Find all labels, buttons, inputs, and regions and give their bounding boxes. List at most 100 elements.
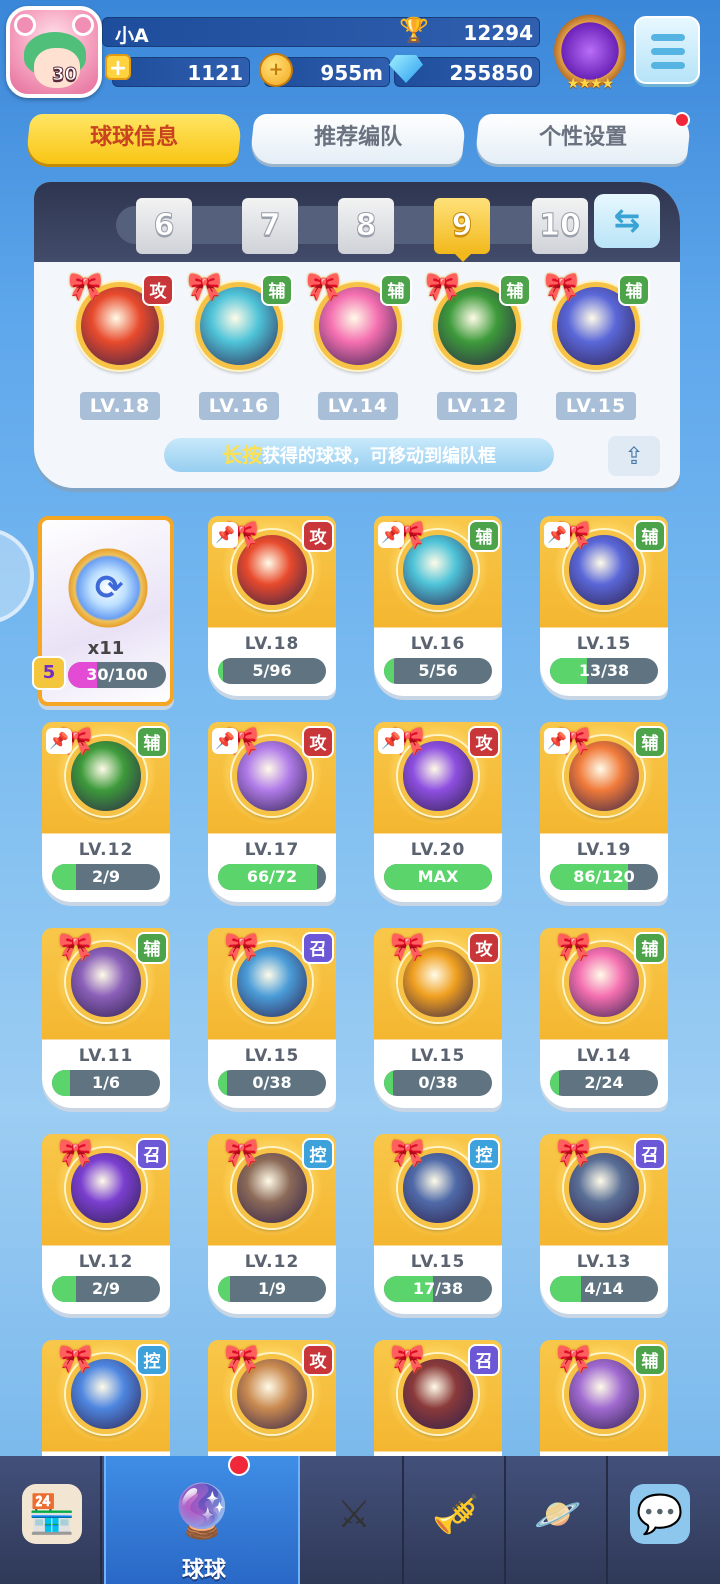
team-slot-8[interactable]: 8 (338, 198, 394, 254)
bow-icon: 🎀 (425, 270, 460, 303)
team-slot-10[interactable]: 10 (532, 198, 588, 254)
bow-icon: 🎀 (390, 1136, 425, 1169)
team-ball-level: LV.16 (199, 392, 279, 420)
nav-chat[interactable]: 💬 (608, 1456, 710, 1584)
ball-card[interactable]: 🎀 召 LV.15 0/38 (208, 928, 336, 1108)
bow-icon: 🎀 (187, 270, 222, 303)
tab-ball-info[interactable]: 球球信息 (25, 114, 243, 164)
ball-card[interactable]: 🎀 📌 攻 LV.18 5/96 (208, 516, 336, 696)
ball-art: 🎀 (58, 930, 146, 1022)
bow-icon: 🎀 (224, 1342, 259, 1375)
ball-art: 🎀 (556, 1136, 644, 1228)
pin-icon[interactable]: 📌 (378, 522, 404, 548)
rank-badge-icon[interactable]: ★★★★ (554, 14, 626, 92)
team-ball[interactable]: 🎀 辅 (425, 270, 531, 372)
ball-art: 🎀 (58, 1136, 146, 1228)
ball-card[interactable]: 🎀 控 LV.15 17/38 (374, 1134, 502, 1314)
ball-progress-text: 0/38 (418, 1073, 458, 1092)
ball-progress-text: 17/38 (412, 1279, 464, 1298)
team-slot-header: 6 7 8 9 10 ⇆ (34, 182, 680, 262)
ball-level: LV.12 (78, 840, 134, 860)
pin-icon[interactable]: 📌 (544, 522, 570, 548)
ball-card[interactable]: 🎀 📌 辅 LV.19 86/120 (540, 722, 668, 902)
whistle-icon: 🎺 (432, 1492, 480, 1536)
coin-plus-icon[interactable]: + (259, 53, 293, 87)
team-ball[interactable]: 🎀 辅 (187, 270, 293, 372)
ball-type-tag: 辅 (136, 726, 168, 758)
ball-card[interactable]: 🎀 召 LV.13 4/14 (540, 1134, 668, 1314)
pin-icon[interactable]: 📌 (378, 728, 404, 754)
ball-progress: 66/72 (218, 864, 326, 890)
notification-dot (674, 112, 690, 128)
ball-art: 🎀 (58, 724, 146, 816)
ball-progress-text: 0/38 (252, 1073, 292, 1092)
team-slot-9[interactable]: 9 (434, 198, 490, 254)
team-ball[interactable]: 🎀 攻 (68, 270, 174, 372)
diamond-bar[interactable]: 255850 (389, 55, 540, 87)
ball-type-tag: 攻 (302, 1344, 334, 1376)
ball-card[interactable]: 🎀 📌 辅 LV.16 5/56 (374, 516, 502, 696)
pin-icon[interactable]: 📌 (544, 728, 570, 754)
swords-icon: ⚔ (336, 1492, 372, 1536)
diamond-icon[interactable] (389, 55, 423, 83)
team-slot-7[interactable]: 7 (242, 198, 298, 254)
ball-card[interactable]: 🎀 控 LV.12 1/9 (208, 1134, 336, 1314)
ball-progress-text: 1/9 (257, 1279, 287, 1298)
ball-card[interactable]: 🎀 📌 攻 LV.17 66/72 (208, 722, 336, 902)
player-level: 30 (51, 64, 78, 86)
ball-type-tag: 攻 (302, 520, 334, 552)
pin-icon[interactable]: 📌 (212, 522, 238, 548)
side-drawer-handle[interactable] (0, 528, 34, 624)
ball-progress: 17/38 (384, 1276, 492, 1302)
ball-level: LV.20 (410, 840, 466, 860)
name-bar: 小A 🏆 12294 (102, 16, 540, 47)
team-ball[interactable]: 🎀 辅 (306, 270, 412, 372)
bow-icon: 🎀 (556, 930, 591, 963)
ball-level: LV.15 (576, 634, 632, 654)
team-ball-level: LV.15 (556, 392, 636, 420)
pin-icon[interactable]: 📌 (46, 728, 72, 754)
ball-card[interactable]: 🎀 攻 LV.15 0/38 (374, 928, 502, 1108)
add-energy-icon[interactable]: + (105, 54, 131, 81)
ball-card[interactable]: 🎀 辅 LV.14 2/24 (540, 928, 668, 1108)
nav-ball[interactable]: 🔮 球球 (104, 1456, 300, 1584)
bow-icon: 🎀 (224, 1136, 259, 1169)
ball-type-tag: 攻 (468, 932, 500, 964)
menu-button[interactable] (634, 16, 700, 84)
nav-battle[interactable]: ⚔ (302, 1456, 404, 1584)
bow-icon: 🎀 (58, 930, 93, 963)
ball-card[interactable]: 🎀 📌 辅 LV.15 13/38 (540, 516, 668, 696)
nav-planet[interactable]: 🪐 (506, 1456, 608, 1584)
ball-card[interactable]: 🎀 辅 LV.11 1/6 (42, 928, 170, 1108)
ball-art: 🎀 (390, 724, 478, 816)
puzzle-piece-icon: 5 (32, 656, 66, 690)
tab-personal-settings[interactable]: 个性设置 (474, 114, 692, 164)
team-slot-6[interactable]: 6 (136, 198, 192, 254)
ball-level: LV.14 (576, 1046, 632, 1066)
fragment-card[interactable]: ⟳ x11 30/100 5 (32, 516, 174, 706)
ball-card[interactable]: 🎀 📌 辅 LV.12 2/9 (42, 722, 170, 902)
share-icon: ⇪ (623, 442, 645, 470)
coin-bar[interactable]: + 955m (259, 53, 390, 87)
ball-type-tag: 攻 (468, 726, 500, 758)
nav-coach[interactable]: 🎺 (404, 1456, 506, 1584)
team-panel: 6 7 8 9 10 ⇆ 🎀 攻 LV.18 🎀 辅 LV.16 🎀 辅 LV.14 🎀 辅 LV.12 🎀 辅 L… (34, 182, 680, 488)
ball-type-tag: 召 (468, 1344, 500, 1376)
ball-level: LV.13 (576, 1252, 632, 1272)
swap-team-button[interactable]: ⇆ (594, 194, 660, 248)
ball-card[interactable]: 🎀 召 LV.12 2/9 (42, 1134, 170, 1314)
ball-level: LV.16 (410, 634, 466, 654)
ball-card[interactable]: 🎀 📌 攻 LV.20 MAX (374, 722, 502, 902)
ball-type-tag: 召 (302, 932, 334, 964)
share-button[interactable]: ⇪ (608, 436, 660, 476)
bow-icon: 🎀 (556, 1136, 591, 1169)
nav-shop[interactable]: 🏪 (0, 1456, 102, 1584)
ball-progress: 5/96 (218, 658, 326, 684)
pin-icon[interactable]: 📌 (212, 728, 238, 754)
tab-recommended-team[interactable]: 推荐编队 (249, 114, 467, 164)
planet-icon: 🪐 (534, 1492, 582, 1536)
ball-progress-text: 13/38 (578, 661, 630, 680)
energy-bar[interactable]: + 1121 (105, 54, 250, 87)
notification-dot (228, 1454, 250, 1476)
team-ball[interactable]: 🎀 辅 (544, 270, 650, 372)
